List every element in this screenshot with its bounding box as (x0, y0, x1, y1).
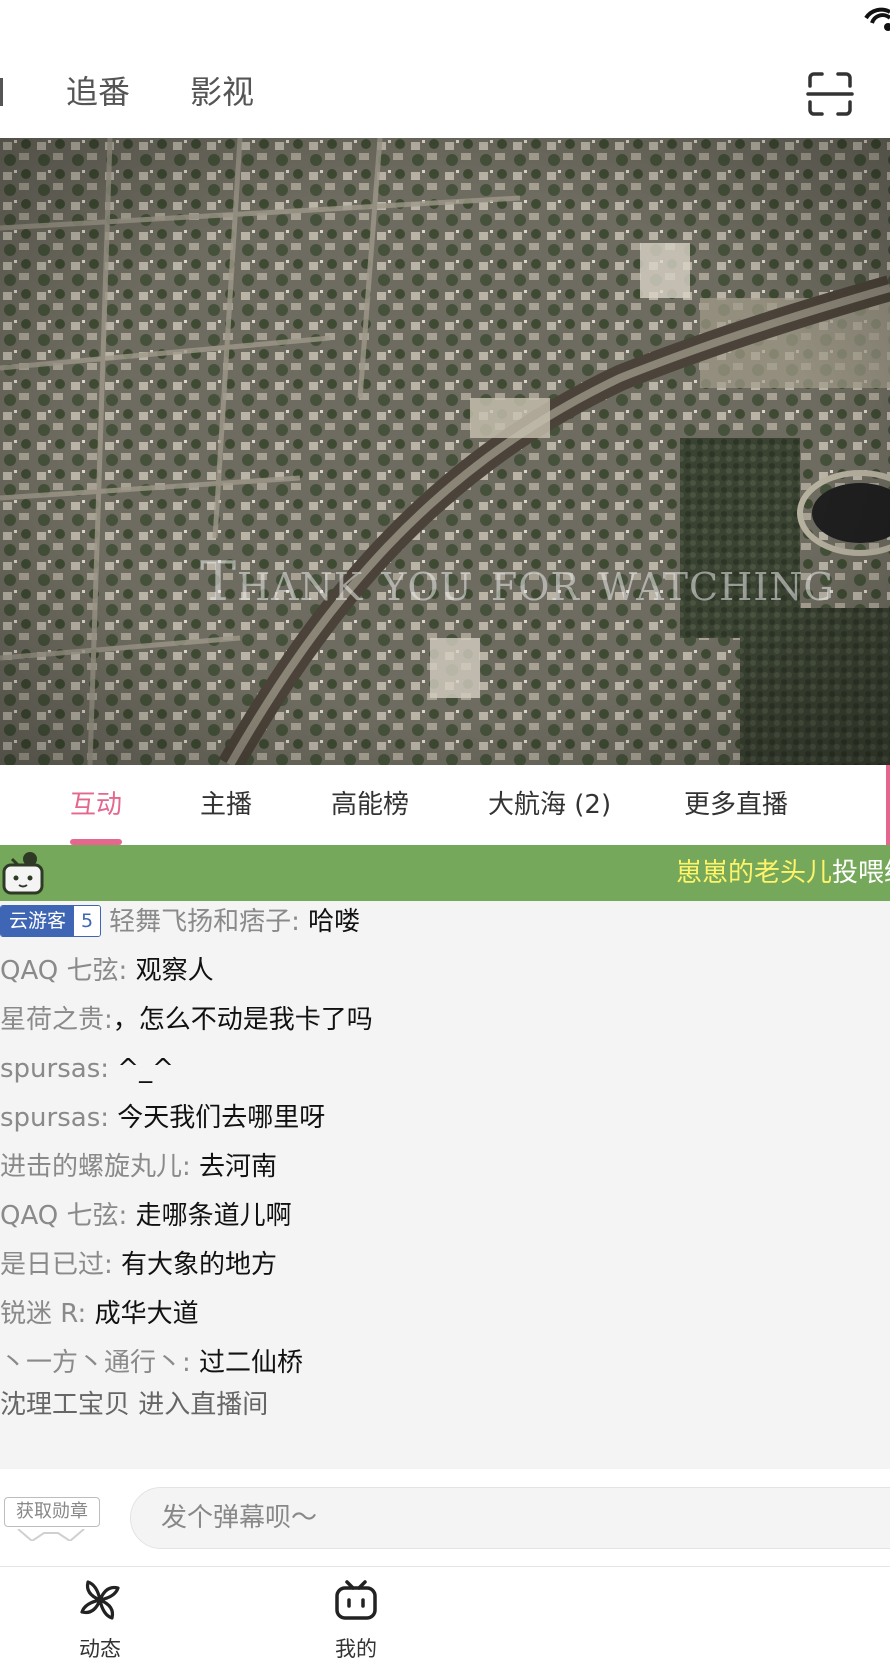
bottom-nav-label: 动态 (79, 1637, 121, 1661)
chat-username[interactable]: 丶一方丶通行丶: (0, 1348, 191, 1378)
tv-mascot-icon (2, 852, 44, 895)
chat-text: 今天我们去哪里呀 (117, 1103, 326, 1133)
tv-icon (335, 1580, 377, 1620)
chat-text: 走哪条道儿啊 (135, 1201, 292, 1231)
chat-message: 星荷之贵:，怎么不动是我卡了吗 (0, 1001, 373, 1039)
tab-leaderboard[interactable]: 高能榜 (331, 785, 409, 825)
chat-message: QAQ 七弦: 观察人 (0, 952, 214, 990)
chat-text: 哈喽 (308, 907, 361, 937)
chat-username[interactable]: spursas: (0, 1054, 109, 1084)
tab-interaction[interactable]: 互动 (70, 785, 122, 825)
danmaku-input-bar: 获取勋章 (0, 1469, 890, 1567)
wifi-icon (864, 7, 890, 31)
chat-username[interactable]: QAQ 七弦: (0, 1201, 127, 1231)
bottom-nav-mine[interactable]: 我的 (306, 1576, 406, 1662)
chat-message: 云游客 5 轻舞飞扬和痞子: 哈喽 (0, 903, 360, 941)
chat-text: 去河南 (199, 1152, 278, 1182)
chat-text: 成华大道 (94, 1299, 199, 1329)
gift-banner: 崽崽的老头儿投喂给 (0, 845, 890, 901)
video-player[interactable]: Thank you for watching (0, 138, 890, 765)
chat-username[interactable]: 轻舞飞扬和痞子: (109, 907, 300, 937)
chat-username[interactable]: 进击的螺旋丸儿: (0, 1152, 191, 1182)
medal-name: 云游客 (1, 905, 75, 936)
status-bar (0, 0, 890, 40)
chat-username[interactable]: QAQ 七弦: (0, 956, 127, 986)
edge-indicator (886, 765, 890, 845)
bottom-nav-dynamic[interactable]: 动态 (50, 1576, 150, 1662)
tab-zhuifan[interactable]: 追番 (66, 70, 130, 114)
scan-icon[interactable] (806, 70, 854, 118)
chat-text: ^_^ (117, 1054, 174, 1084)
enter-notice: 沈理工宝贝 进入直播间 (0, 1386, 268, 1424)
bottom-nav: 动态 我的 (0, 1568, 890, 1668)
chat-text: ，怎么不动是我卡了吗 (112, 1005, 373, 1035)
gift-sender[interactable]: 崽崽的老头儿 (676, 858, 832, 888)
chat-message: 进击的螺旋丸儿: 去河南 (0, 1148, 277, 1186)
chat-text: 过二仙桥 (199, 1348, 304, 1378)
pinwheel-icon (80, 1580, 120, 1620)
bottom-nav-label: 我的 (335, 1637, 377, 1661)
get-medal-button[interactable]: 获取勋章 (4, 1497, 100, 1527)
chat-text: 观察人 (135, 956, 214, 986)
chat-username[interactable]: 是日已过: (0, 1250, 113, 1280)
fan-medal[interactable]: 云游客 5 (0, 904, 102, 937)
chat-username[interactable]: spursas: (0, 1103, 109, 1133)
aerial-video-frame (0, 138, 890, 765)
medal-level: 5 (74, 905, 101, 936)
enter-username[interactable]: 沈理工宝贝 (0, 1390, 130, 1420)
chat-message: 丶一方丶通行丶: 过二仙桥 (0, 1344, 303, 1382)
danmaku-input[interactable] (130, 1487, 890, 1549)
ribbon-icon (17, 1529, 85, 1541)
video-caption: Thank you for watching (200, 550, 835, 613)
tab-yingshi[interactable]: 影视 (190, 70, 254, 114)
tab-more-live[interactable]: 更多直播 (684, 785, 788, 825)
chat-username[interactable]: 锐迷 R: (0, 1299, 86, 1329)
chat-message: QAQ 七弦: 走哪条道儿啊 (0, 1197, 292, 1235)
top-nav: 追番 影视 (0, 50, 890, 130)
gift-banner-text: 崽崽的老头儿投喂给 (676, 855, 890, 891)
nav-tab-partial[interactable] (0, 78, 3, 106)
chat-username[interactable]: 星荷之贵: (0, 1005, 113, 1035)
chat-message: spursas: 今天我们去哪里呀 (0, 1099, 325, 1137)
chat-message: 是日已过: 有大象的地方 (0, 1246, 277, 1284)
tab-streamer[interactable]: 主播 (200, 785, 252, 825)
chat-message: 锐迷 R: 成华大道 (0, 1295, 199, 1333)
tab-guard[interactable]: 大航海 (2) (488, 785, 611, 825)
chat-message: spursas: ^_^ (0, 1050, 174, 1088)
chat-text: 有大象的地方 (121, 1250, 278, 1280)
enter-text: 进入直播间 (138, 1390, 269, 1420)
live-sub-tabs: 互动 主播 高能榜 大航海 (2) 更多直播 (0, 765, 890, 845)
gift-action: 投喂给 (832, 858, 890, 888)
danmaku-chat-list[interactable]: 云游客 5 轻舞飞扬和痞子: 哈喽 QAQ 七弦: 观察人 星荷之贵:，怎么不动是我… (0, 901, 890, 1469)
